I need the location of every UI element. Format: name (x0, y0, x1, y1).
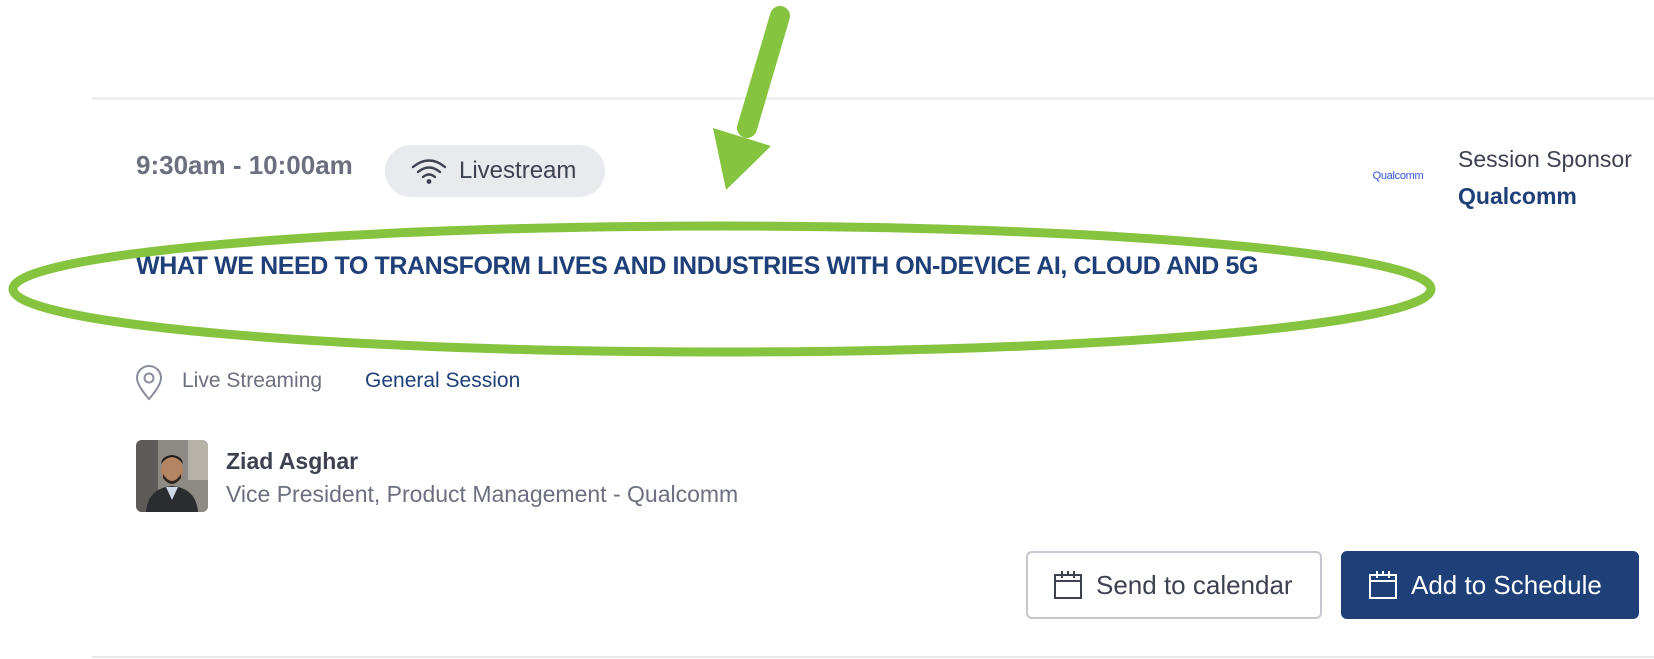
green-arrow-annotation (713, 6, 790, 190)
